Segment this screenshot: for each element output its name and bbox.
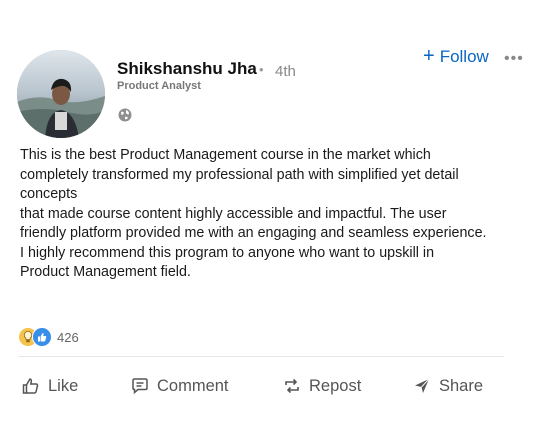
more-options-icon[interactable]: ••• bbox=[504, 50, 524, 68]
avatar-photo bbox=[17, 50, 105, 138]
divider bbox=[18, 356, 504, 357]
share-button[interactable]: Share bbox=[412, 374, 483, 398]
thumbs-up-icon bbox=[21, 376, 41, 396]
avatar[interactable] bbox=[17, 50, 105, 138]
author-headline: Product Analyst bbox=[117, 80, 201, 92]
reaction-count[interactable]: 426 bbox=[57, 330, 79, 345]
follow-label: Follow bbox=[439, 47, 489, 66]
post-line: concepts bbox=[20, 186, 78, 202]
author-name[interactable]: Shikshanshu Jha bbox=[117, 59, 257, 79]
comment-button[interactable]: Comment bbox=[130, 374, 229, 398]
connection-degree: 4th bbox=[275, 63, 296, 80]
comment-icon bbox=[130, 376, 150, 396]
post-line: completely transformed my professional p… bbox=[20, 166, 459, 183]
post-text: This is the best Product Management cour… bbox=[20, 146, 520, 283]
like-icon bbox=[32, 327, 52, 347]
like-label: Like bbox=[48, 376, 79, 395]
like-button[interactable]: Like bbox=[21, 374, 78, 398]
separator-dot: • bbox=[259, 62, 264, 77]
globe-icon bbox=[117, 107, 133, 123]
share-label: Share bbox=[439, 376, 484, 395]
post-line: friendly platform provided me with an en… bbox=[20, 225, 487, 241]
repost-icon bbox=[282, 376, 302, 396]
send-icon bbox=[412, 376, 432, 396]
comment-label: Comment bbox=[157, 376, 229, 395]
post-line: I highly recommend this program to anyon… bbox=[20, 244, 435, 261]
plus-icon: + bbox=[423, 45, 435, 67]
post-line: Product Management field. bbox=[20, 264, 191, 280]
repost-label: Repost bbox=[309, 376, 362, 395]
post-line: This is the best Product Management cour… bbox=[20, 147, 431, 163]
reactions-summary[interactable]: 426 bbox=[18, 326, 79, 348]
post-line: that made course content highly accessib… bbox=[20, 205, 447, 222]
follow-button[interactable]: + Follow bbox=[423, 45, 489, 67]
repost-button[interactable]: Repost bbox=[282, 374, 361, 398]
